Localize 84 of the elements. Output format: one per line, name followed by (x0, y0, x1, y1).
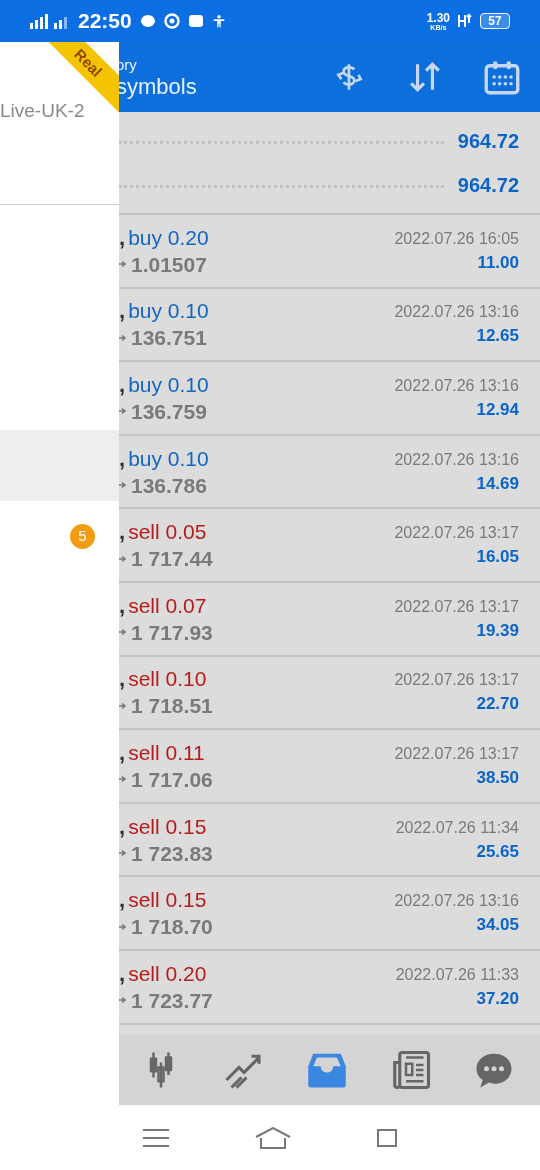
trade-type: sell 0.20 (128, 962, 207, 984)
arrow-icon (119, 849, 126, 858)
trade-type: sell 0.07 (128, 594, 207, 616)
symbol-text: , (119, 668, 126, 691)
symbol-text: , (119, 300, 126, 323)
symbol-text: , (119, 374, 126, 396)
arrow-icon (119, 628, 126, 637)
price-text: 1 717.93 (131, 621, 213, 643)
arrow-icon (119, 554, 126, 563)
browser-icon (163, 13, 180, 29)
price-text: 1 717.06 (131, 768, 213, 790)
arrow-icon (119, 922, 126, 931)
trade-type: sell 0.10 (128, 668, 207, 690)
symbol-text: , (119, 521, 126, 544)
symbol-text: , (119, 962, 126, 985)
profit-value: 12.65 (476, 327, 519, 345)
symbol-text: , (119, 815, 126, 838)
symbol-text: , (119, 741, 126, 764)
trade-type: buy 0.10 (128, 374, 209, 395)
profit-value: 12.94 (476, 401, 519, 418)
arrow-icon (119, 407, 126, 416)
network-icon (458, 13, 472, 29)
trade-time: 2022.07.26 13:16 (394, 451, 519, 468)
calendar-icon[interactable] (484, 59, 520, 95)
recent-apps-icon[interactable] (377, 1126, 397, 1149)
price-text: 1 717.44 (131, 548, 213, 570)
trade-time: 2022.07.26 13:17 (394, 672, 519, 689)
account-name: Live-UK-2 (0, 99, 85, 123)
trade-time: 2022.07.26 16:05 (394, 230, 519, 247)
arrow-icon (119, 775, 126, 784)
price-text: 136.786 (131, 474, 207, 496)
speed-text: 1.30 (426, 11, 450, 24)
symbol-text: , (119, 226, 126, 249)
price-text: 136.751 (131, 327, 207, 349)
trade-type: sell 0.15 (128, 889, 207, 911)
trade-type: buy 0.10 (128, 300, 209, 322)
app-icon (187, 13, 204, 29)
balance-value: 964.72 (457, 128, 519, 154)
menu-icon[interactable] (143, 1128, 169, 1147)
price-text: 1 718.70 (131, 916, 213, 938)
home-icon[interactable] (255, 1126, 291, 1149)
symbol-text: , (119, 889, 126, 912)
profit-value: 34.05 (476, 916, 519, 934)
trade-time: 2022.07.26 13:17 (394, 598, 519, 615)
arrow-icon (119, 996, 126, 1005)
trade-time: 2022.07.26 11:33 (395, 966, 519, 983)
clock-text: 22:50 (78, 8, 132, 35)
trade-time: 2022.07.26 13:16 (394, 378, 519, 394)
balance-value: 964.72 (457, 172, 519, 198)
trade-type: buy 0.10 (128, 447, 209, 469)
trade-time: 2022.07.26 13:17 (394, 745, 519, 762)
price-text: 1 718.51 (131, 695, 213, 717)
arrow-icon (119, 701, 126, 710)
price-text: 1 723.77 (131, 989, 213, 1011)
trade-time: 2022.07.26 11:34 (395, 819, 519, 836)
trade-type: sell 0.15 (128, 815, 207, 837)
profit-value: 19.39 (476, 621, 519, 639)
trade-type: sell 0.11 (128, 741, 205, 763)
count-badge: 5 (70, 524, 95, 549)
newspaper-icon[interactable] (390, 1050, 431, 1090)
arrow-icon (119, 333, 126, 342)
accessibility-icon (211, 13, 226, 29)
profit-value: 38.50 (476, 768, 519, 786)
profit-value: 22.70 (476, 695, 519, 713)
trade-type: buy 0.20 (128, 226, 209, 248)
arrow-icon (119, 260, 126, 269)
symbol-text: , (119, 447, 126, 470)
trade-type: sell 0.05 (128, 521, 207, 543)
symbol-text: , (119, 594, 126, 617)
price-text: 1 723.83 (131, 842, 213, 864)
arrow-icon (119, 481, 126, 490)
trade-time: 2022.07.26 13:17 (394, 525, 519, 542)
battery-indicator: 57 (480, 13, 510, 29)
trade-time: 2022.07.26 13:16 (394, 304, 519, 321)
profit-value: 14.69 (476, 474, 519, 492)
trade-time: 2022.07.26 13:16 (394, 893, 519, 910)
profit-value: 37.20 (476, 989, 519, 1007)
price-text: 136.759 (131, 401, 207, 422)
header-title: symbols (116, 75, 197, 98)
profit-value: 16.05 (476, 548, 519, 566)
profit-value: 25.65 (476, 842, 519, 860)
signal-icon (30, 13, 48, 29)
profit-value: 11.00 (477, 253, 519, 271)
price-text: 1.01507 (131, 253, 207, 275)
